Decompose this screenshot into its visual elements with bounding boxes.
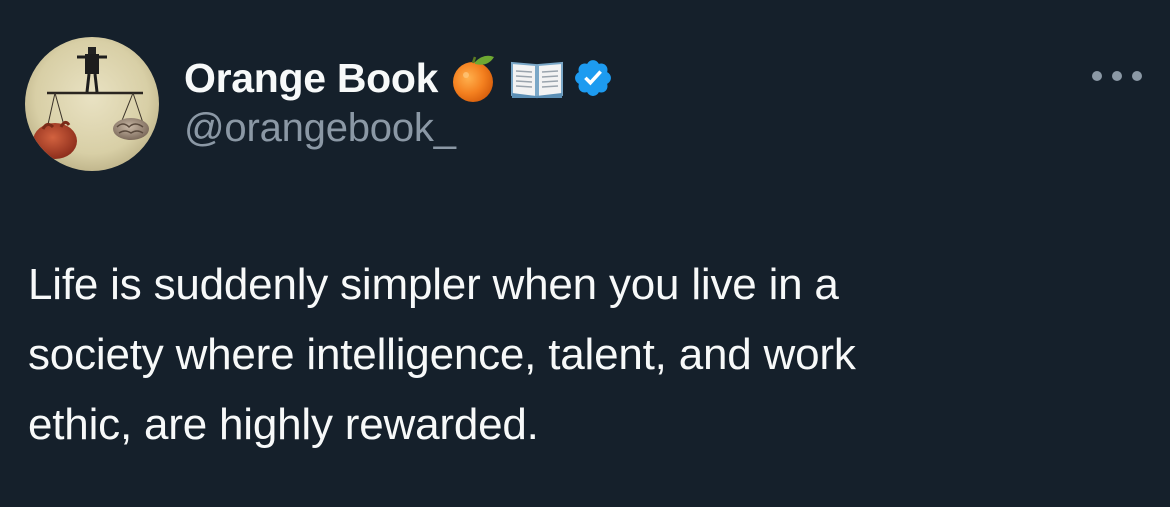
username-handle[interactable]: @orangebook_ bbox=[184, 106, 456, 151]
more-horizontal-icon[interactable] bbox=[1092, 62, 1142, 90]
avatar[interactable] bbox=[25, 37, 159, 171]
avatar-image bbox=[25, 37, 159, 171]
tweet-card: Orange Book @orangebook_ Life is suddenl… bbox=[0, 0, 1170, 507]
more-dot bbox=[1132, 71, 1142, 81]
author-name-row: Orange Book bbox=[184, 52, 614, 104]
more-dot bbox=[1112, 71, 1122, 81]
display-name[interactable]: Orange Book bbox=[184, 55, 438, 102]
tweet-text: Life is suddenly simpler when you live i… bbox=[28, 260, 856, 449]
more-dot bbox=[1092, 71, 1102, 81]
verified-badge-icon[interactable] bbox=[572, 57, 614, 99]
orange-emoji-icon bbox=[450, 53, 498, 103]
open-book-emoji-icon bbox=[510, 57, 564, 99]
